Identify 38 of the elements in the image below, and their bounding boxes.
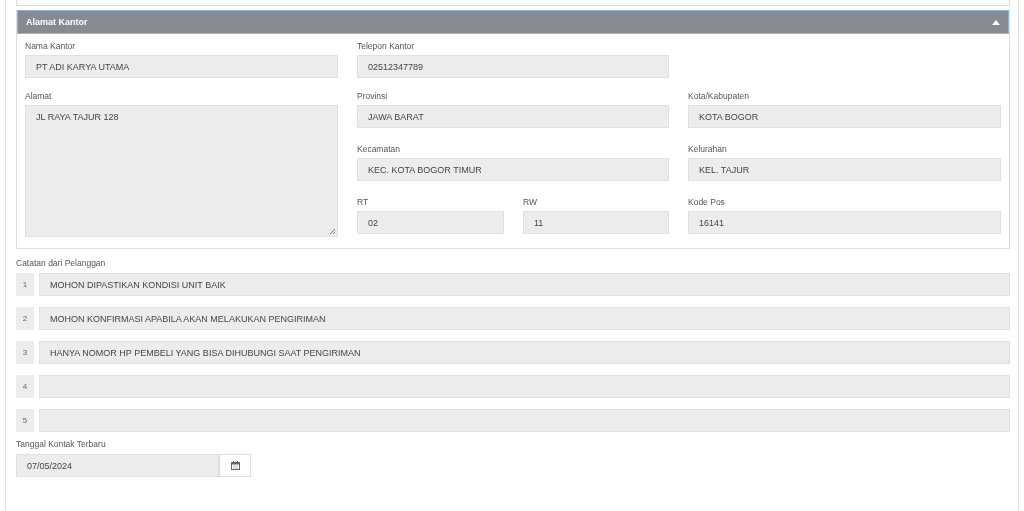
row-number: 1 xyxy=(16,273,34,296)
input-field[interactable]: 16141 xyxy=(688,211,1001,234)
input-field[interactable]: KEL. TAJUR xyxy=(688,158,1001,181)
field-label: Provinsi xyxy=(357,90,389,102)
input-field[interactable]: KOTA BOGOR xyxy=(688,105,1001,128)
panel-title: Alamat Kantor xyxy=(26,17,88,27)
row-number: 3 xyxy=(16,341,34,364)
date-field[interactable]: 07/05/2024 xyxy=(16,454,219,477)
calendar-icon xyxy=(230,461,240,470)
input-field[interactable]: PT ADI KARYA UTAMA xyxy=(25,55,338,78)
resize-handle-icon[interactable] xyxy=(329,228,335,234)
input-field[interactable] xyxy=(39,409,1010,432)
input-field[interactable]: 11 xyxy=(523,211,669,234)
input-field[interactable] xyxy=(39,375,1010,398)
field-label: Tanggal Kontak Terbaru xyxy=(16,438,107,450)
field-label: RW xyxy=(523,196,538,208)
field-label: RT xyxy=(357,196,370,208)
row-number: 4 xyxy=(16,375,34,398)
row-number: 5 xyxy=(16,409,34,432)
field-label: Kelurahan xyxy=(688,143,728,155)
input-field[interactable]: HANYA NOMOR HP PEMBELI YANG BISA DIHUBUNGI SAAT PENGIRIMAN xyxy=(39,341,1010,364)
field-label: Alamat xyxy=(25,90,53,102)
input-field[interactable]: MOHON DIPASTIKAN KONDISI UNIT BAIK xyxy=(39,273,1010,296)
input-field[interactable]: 02512347789 xyxy=(357,55,669,78)
caret-icon[interactable] xyxy=(992,19,1000,25)
field-label: Catatan dari Pelanggan xyxy=(16,257,107,269)
input-field[interactable]: MOHON KONFIRMASI APABILA AKAN MELAKUKAN PENGIRIMAN xyxy=(39,307,1010,330)
field-label: Kecamatan xyxy=(357,143,401,155)
calendar-button[interactable] xyxy=(219,454,251,477)
row-number: 2 xyxy=(16,307,34,330)
field-label: Kode Pos xyxy=(688,196,726,208)
field-label: Nama Kantor xyxy=(25,40,77,52)
input-field[interactable]: JAWA BARAT xyxy=(357,105,669,128)
address-textarea[interactable]: JL RAYA TAJUR 128 xyxy=(25,105,338,237)
input-field[interactable]: 02 xyxy=(357,211,504,234)
field-label: Telepon Kantor xyxy=(357,40,416,52)
field-label: Kota/Kabupaten xyxy=(688,90,750,102)
input-field[interactable]: KEC. KOTA BOGOR TIMUR xyxy=(357,158,669,181)
